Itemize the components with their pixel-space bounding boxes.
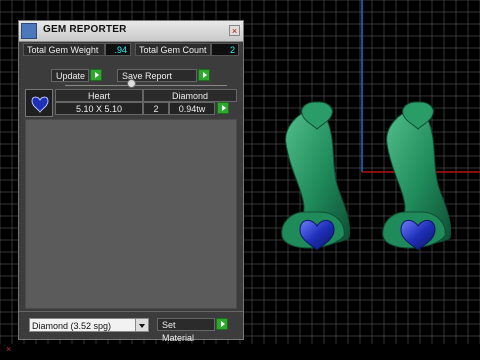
material-select-value: Diamond (3.52 spg) (32, 321, 112, 331)
bottom-bar: Diamond (3.52 spg) Set Material (19, 311, 243, 343)
gem-row-arrow-icon[interactable] (217, 102, 229, 114)
chevron-down-icon[interactable] (135, 319, 148, 331)
heart-diamond-thumbnail-icon (25, 89, 53, 117)
gem-reporter-panel[interactable]: GEM REPORTER × Total Gem Weight .94 Tota… (18, 20, 244, 343)
gem-list-area (25, 119, 237, 309)
gem-qty-cell: 2 (143, 102, 169, 115)
save-report-arrow-icon[interactable] (198, 69, 210, 81)
viewport-bottom-strip: × (0, 344, 480, 360)
gem-shape-cell: Heart (55, 89, 143, 102)
total-gem-count-label: Total Gem Count (135, 43, 211, 56)
set-material-button[interactable]: Set Material (157, 318, 215, 343)
update-arrow-icon[interactable] (90, 69, 102, 81)
gem-table: Heart Diamond 5.10 X 5.10 2 0.94tw (25, 89, 237, 117)
slider-track[interactable] (65, 85, 227, 86)
earring-right[interactable] (382, 101, 452, 251)
gem-type-cell: Diamond (143, 89, 237, 102)
close-button[interactable]: × (229, 25, 240, 36)
update-button[interactable]: Update (51, 69, 89, 82)
material-select[interactable]: Diamond (3.52 spg) (29, 318, 149, 332)
earring-left[interactable] (281, 101, 351, 251)
gem-weight-cell: 0.94tw (169, 102, 215, 115)
slider-knob[interactable] (127, 79, 136, 88)
total-gem-weight-label: Total Gem Weight (23, 43, 105, 56)
titlebar[interactable]: GEM REPORTER × (19, 21, 243, 42)
x-axis-icon: × (6, 344, 12, 354)
summary-row: Total Gem Weight .94 Total Gem Count 2 (19, 43, 243, 59)
window-title: GEM REPORTER (43, 24, 127, 35)
total-gem-weight-value: .94 (105, 43, 131, 56)
gem-reporter-app-icon (21, 23, 37, 39)
gem-size-cell: 5.10 X 5.10 (55, 102, 143, 115)
total-gem-count-value: 2 (211, 43, 239, 56)
set-material-arrow-icon[interactable] (216, 318, 228, 330)
